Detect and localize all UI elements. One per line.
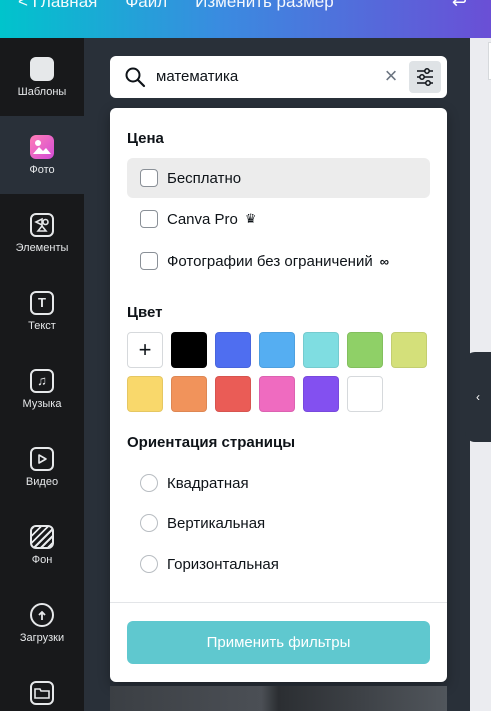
price-title: Цена [127, 130, 164, 147]
rail-label: Фото [29, 163, 55, 176]
color-swatch-purple[interactable] [303, 376, 339, 412]
color-swatch-lime[interactable] [391, 332, 427, 368]
option-horizontal[interactable]: Горизонтальная [127, 544, 430, 584]
search-box[interactable]: математика × [110, 56, 447, 98]
rail-item-video[interactable]: Видео [0, 428, 84, 506]
rail-item-text[interactable]: T Текст [0, 272, 84, 350]
rail-item-music[interactable]: ♫ Музыка [0, 350, 84, 428]
video-icon [30, 446, 54, 471]
chevron-left-icon: ‹ [476, 390, 480, 404]
filter-panel: Цена Бесплатно Canva Pro ♛ Фотографии бе… [110, 108, 447, 682]
sliders-icon [417, 68, 433, 86]
filter-settings-button[interactable] [409, 61, 441, 93]
rail-label: Загрузки [19, 631, 65, 644]
search-icon [125, 67, 146, 88]
checkbox[interactable] [140, 252, 158, 270]
color-swatch-black[interactable] [171, 332, 207, 368]
photo-thumbnails[interactable] [110, 686, 447, 711]
orientation-title: Ориентация страницы [127, 434, 296, 451]
color-swatch-cyan[interactable] [303, 332, 339, 368]
rail-label: Музыка [22, 397, 62, 410]
color-swatch-yellow[interactable] [127, 376, 163, 412]
radio[interactable] [140, 474, 158, 492]
rail-item-elements[interactable]: Элементы [0, 194, 84, 272]
left-rail: Шаблоны Фото Элементы T Текст ♫ Музыка В… [0, 38, 84, 711]
color-swatch-blue[interactable] [215, 332, 251, 368]
folder-icon [30, 680, 54, 705]
rail-item-uploads[interactable]: Загрузки [0, 584, 84, 662]
text-icon: T [30, 290, 54, 315]
color-title: Цвет [127, 304, 163, 321]
color-swatch-green[interactable] [347, 332, 383, 368]
color-swatch-orange[interactable] [171, 376, 207, 412]
resize-menu[interactable]: Изменить размер [195, 0, 334, 12]
rail-item-background[interactable]: Фон [0, 506, 84, 584]
checkbox[interactable] [140, 169, 158, 187]
rail-item-templates[interactable]: Шаблоны [0, 38, 84, 116]
option-label: Фотографии без ограничений [167, 252, 373, 270]
undo-icon[interactable]: ↩ [452, 0, 467, 13]
home-link[interactable]: < Главная [18, 0, 97, 12]
color-swatch-pink[interactable] [259, 376, 295, 412]
templates-icon [30, 56, 54, 81]
option-label: Бесплатно [167, 169, 242, 187]
clear-icon[interactable]: × [380, 65, 402, 88]
rail-item-folders[interactable]: П [0, 662, 84, 711]
photo-icon [30, 134, 54, 159]
option-label: Canva Pro [167, 210, 238, 228]
background-icon [30, 524, 54, 549]
color-swatch-white[interactable] [347, 376, 383, 412]
elements-icon [30, 212, 54, 237]
divider [110, 602, 447, 603]
radio[interactable] [140, 514, 158, 532]
music-icon: ♫ [30, 368, 54, 393]
upload-icon [30, 602, 54, 627]
option-label: Горизонтальная [167, 555, 279, 573]
rail-label: Элементы [15, 241, 69, 254]
rail-label: Видео [25, 475, 59, 488]
crown-icon: ♛ [244, 211, 257, 226]
option-vertical[interactable]: Вертикальная [127, 503, 430, 543]
option-square[interactable]: Квадратная [127, 463, 430, 503]
option-unlimited[interactable]: Фотографии без ограничений ∞ [127, 241, 430, 281]
rail-label: Текст [28, 319, 56, 332]
file-menu[interactable]: Файл [125, 0, 167, 12]
infinity-icon: ∞ [379, 253, 390, 269]
option-label: Квадратная [167, 474, 249, 492]
option-label: Вертикальная [167, 514, 266, 532]
option-free[interactable]: Бесплатно [127, 158, 430, 198]
rail-label: Шаблоны [17, 85, 67, 98]
rail-item-photos[interactable]: Фото [0, 116, 84, 194]
rail-label: Фон [31, 553, 53, 566]
checkbox[interactable] [140, 210, 158, 228]
color-swatch-light-blue[interactable] [259, 332, 295, 368]
collapse-panel-handle[interactable]: ‹ [465, 352, 491, 442]
top-bar: < Главная Файл Изменить размер ↩ [0, 0, 491, 38]
color-swatch-red[interactable] [215, 376, 251, 412]
radio[interactable] [140, 555, 158, 573]
option-canva-pro[interactable]: Canva Pro ♛ [127, 199, 430, 239]
add-color-button[interactable]: + [127, 332, 163, 368]
search-input[interactable]: математика [156, 68, 238, 85]
apply-filters-button[interactable]: Применить фильтры [127, 621, 430, 664]
